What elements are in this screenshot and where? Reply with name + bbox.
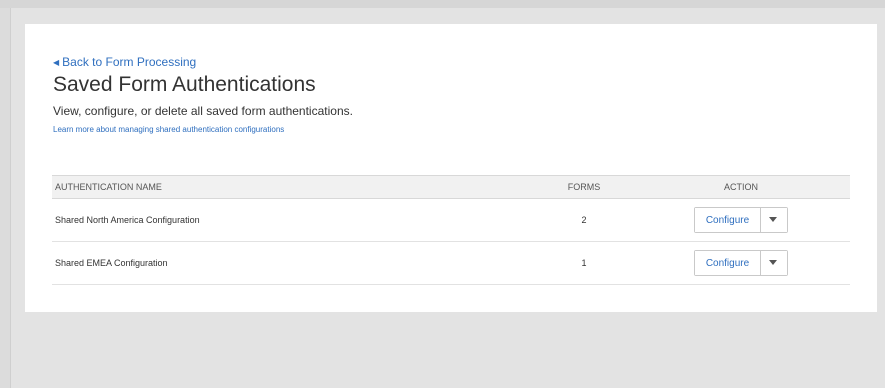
back-link-label: Back to Form Processing bbox=[62, 55, 197, 69]
configure-button-group: Configure bbox=[694, 207, 788, 233]
page-description: View, configure, or delete all saved for… bbox=[53, 104, 353, 118]
caret-left-icon: ◀ bbox=[53, 57, 60, 67]
auth-name-cell: Shared EMEA Configuration bbox=[52, 241, 536, 285]
top-strip bbox=[0, 0, 885, 8]
table-row: Shared EMEA Configuration 1 Configure bbox=[52, 241, 850, 285]
learn-more-link[interactable]: Learn more about managing shared authent… bbox=[53, 125, 284, 134]
table-header-row: AUTHENTICATION NAME FORMS ACTION bbox=[52, 175, 850, 199]
column-header-name: AUTHENTICATION NAME bbox=[52, 175, 536, 199]
configure-button-group: Configure bbox=[694, 250, 788, 276]
forms-count-cell: 1 bbox=[536, 241, 629, 285]
auth-name-cell: Shared North America Configuration bbox=[52, 198, 536, 242]
caret-down-icon bbox=[769, 260, 777, 265]
caret-down-icon bbox=[769, 217, 777, 222]
action-dropdown-button[interactable] bbox=[761, 208, 787, 232]
page-title: Saved Form Authentications bbox=[53, 73, 316, 96]
authentications-table: AUTHENTICATION NAME FORMS ACTION Shared … bbox=[52, 175, 850, 285]
action-cell: Configure bbox=[629, 198, 850, 242]
action-dropdown-button[interactable] bbox=[761, 251, 787, 275]
table-row: Shared North America Configuration 2 Con… bbox=[52, 198, 850, 242]
left-rail bbox=[0, 8, 11, 388]
back-link[interactable]: ◀ Back to Form Processing bbox=[53, 55, 196, 69]
configure-button[interactable]: Configure bbox=[695, 208, 761, 232]
column-header-action: ACTION bbox=[629, 175, 850, 199]
content-card: ◀ Back to Form Processing Saved Form Aut… bbox=[25, 24, 877, 312]
configure-button[interactable]: Configure bbox=[695, 251, 761, 275]
action-cell: Configure bbox=[629, 241, 850, 285]
forms-count-cell: 2 bbox=[536, 198, 629, 242]
column-header-forms: FORMS bbox=[536, 175, 629, 199]
